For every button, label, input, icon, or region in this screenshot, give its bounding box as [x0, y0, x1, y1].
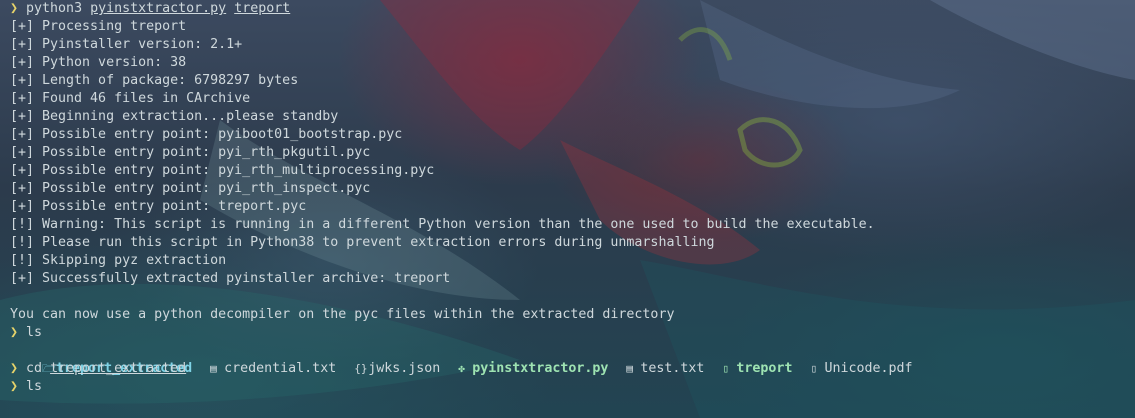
- ls-item-pyinstxtractor[interactable]: ✤ pyinstxtractor.py: [458, 360, 608, 378]
- output-line: [!] Please run this script in Python38 t…: [10, 235, 715, 250]
- output-line: [+] Python version: 38: [10, 55, 187, 70]
- prompt-symbol: ❯: [10, 361, 19, 376]
- output-line: [+] Pyinstaller version: 2.1+: [10, 37, 243, 52]
- ls-listing: 🗁treport_extracted ▤ credential.txt {}jwks.…: [10, 342, 1135, 376]
- output-line: [+] Successfully extracted pyinstaller a…: [10, 271, 451, 286]
- output-line: [+] Possible entry point: pyiboot01_boot…: [10, 127, 403, 142]
- output-line: [+] Beginning extraction...please standb…: [10, 109, 339, 124]
- command-name: ls: [26, 379, 43, 394]
- terminal-output: ❯ python3 pyinstxtractor.py treport [+] …: [0, 0, 1135, 418]
- ls-item-test[interactable]: ▤ test.txt: [626, 360, 704, 378]
- ls-item-unicode-pdf[interactable]: ▯ Unicode.pdf: [810, 360, 912, 378]
- executable-file-icon: ▯: [722, 362, 730, 375]
- command-name: ls: [26, 325, 43, 340]
- ls-item-label: test.txt: [640, 361, 705, 376]
- command-arg-path[interactable]: treport: [234, 1, 290, 16]
- ls-item-label: treport: [736, 361, 793, 376]
- prompt-symbol: ❯: [10, 1, 19, 16]
- ls-item-jwks[interactable]: {}jwks.json: [354, 360, 440, 378]
- python-file-icon: ✤: [458, 362, 465, 375]
- output-line: [+] Possible entry point: pyi_rth_pkguti…: [10, 145, 371, 160]
- text-file-icon: ▤: [626, 362, 633, 375]
- command-line-python: ❯ python3 pyinstxtractor.py treport: [10, 0, 1135, 18]
- output-line: [+] Processing treport: [10, 19, 187, 34]
- command-line-ls-current[interactable]: ❯ ls: [10, 378, 1135, 396]
- output-line: [+] Possible entry point: treport.pyc: [10, 199, 307, 214]
- json-file-icon: {}: [354, 362, 368, 375]
- output-line: [!] Warning: This script is running in a…: [10, 217, 875, 232]
- output-line: [+] Possible entry point: pyi_rth_multip…: [10, 163, 435, 178]
- ls-item-label: credential.txt: [224, 361, 337, 376]
- pdf-file-icon: ▯: [810, 362, 818, 375]
- command-script-path[interactable]: pyinstxtractor.py: [90, 1, 226, 16]
- output-line: [+] Possible entry point: pyi_rth_inspec…: [10, 181, 371, 196]
- ls-item-label: pyinstxtractor.py: [472, 361, 609, 376]
- ls-item-credential[interactable]: ▤ credential.txt: [210, 360, 336, 378]
- output-line: [+] Found 46 files in CArchive: [10, 91, 251, 106]
- ls-item-label: jwks.json: [368, 361, 441, 376]
- command-arg-path[interactable]: treport_extracted: [50, 361, 186, 376]
- output-line: You can now use a python decompiler on t…: [10, 307, 675, 322]
- output-line: [+] Length of package: 6798297 bytes: [10, 73, 299, 88]
- output-line-blank: [10, 288, 1135, 306]
- prompt-symbol: ❯: [10, 379, 19, 394]
- ls-item-label: Unicode.pdf: [824, 361, 913, 376]
- prompt-symbol: ❯: [10, 325, 19, 340]
- command-line-ls: ❯ ls: [10, 324, 1135, 342]
- command-name: python3: [26, 1, 83, 16]
- text-file-icon: ▤: [210, 362, 217, 375]
- ls-item-treport[interactable]: ▯ treport: [722, 360, 792, 378]
- command-name: cd: [26, 361, 43, 376]
- output-line: [!] Skipping pyz extraction: [10, 253, 227, 268]
